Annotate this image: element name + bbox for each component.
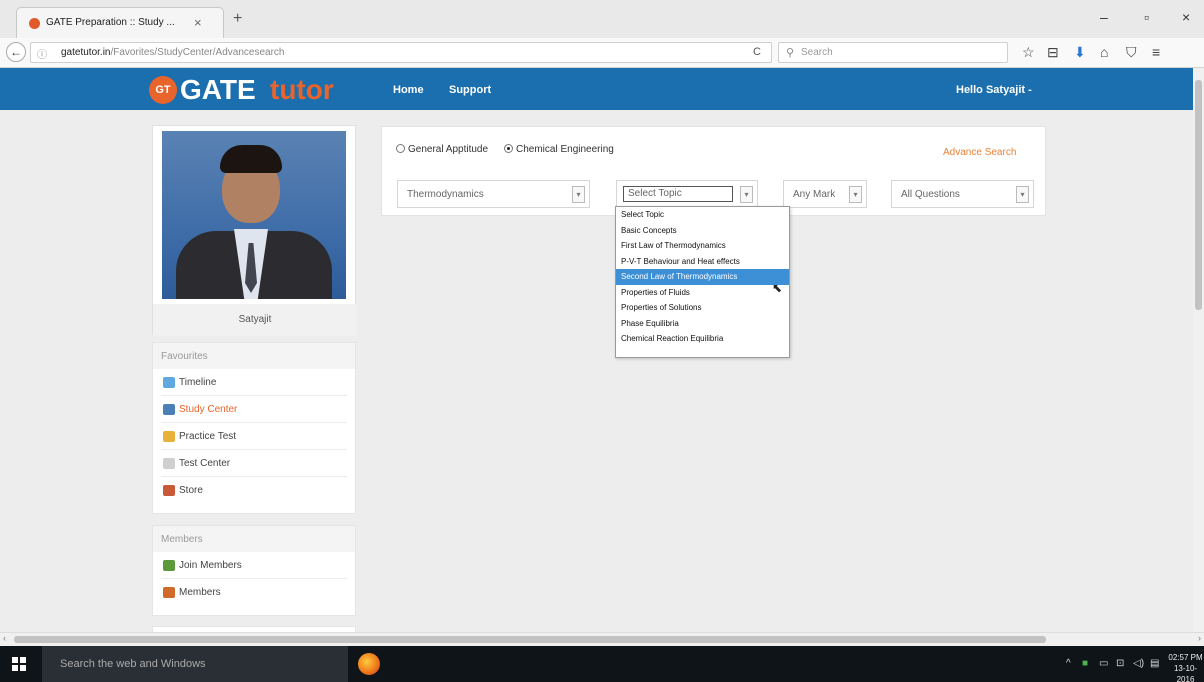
back-icon[interactable]: ←	[6, 42, 26, 62]
sidebar-item-members[interactable]: Members	[161, 579, 347, 606]
vertical-scrollbar[interactable]	[1193, 68, 1204, 632]
store-icon	[163, 485, 175, 496]
close-tab-icon[interactable]: ×	[194, 15, 202, 30]
url-text: gatetutor.in/Favorites/StudyCenter/Advan…	[61, 47, 285, 58]
advance-search-link[interactable]: Advance Search	[943, 147, 1016, 158]
chevron-down-icon: ▾	[740, 186, 753, 203]
favourites-heading: Favourites	[153, 343, 355, 369]
search-placeholder: Search	[801, 47, 833, 58]
scroll-right-icon[interactable]: ›	[1198, 633, 1201, 643]
dropdown-option[interactable]: Properties of Fluids	[616, 285, 789, 301]
tray-app-icon[interactable]: ■	[1082, 658, 1088, 669]
site-favicon-icon	[29, 18, 40, 29]
members-heading: Members	[153, 526, 355, 552]
browser-tab-bar: GATE Preparation :: Study ... × + – ▫ ×	[0, 0, 1204, 38]
firefox-icon[interactable]	[358, 653, 380, 675]
sidebar-item-test-center[interactable]: Test Center	[161, 450, 347, 477]
windows-taskbar: Search the web and Windows ^ ■ ▭ ⊡ ◁) ▤ …	[0, 646, 1204, 682]
tray-chevron-icon[interactable]: ^	[1066, 658, 1071, 669]
network-icon[interactable]: ⊡	[1116, 658, 1124, 669]
pocket-icon[interactable]: ⛉	[1126, 44, 1137, 61]
dropdown-option[interactable]: Properties of Solutions	[616, 300, 789, 316]
minimize-icon[interactable]: –	[1100, 9, 1108, 25]
battery-icon[interactable]: ▭	[1099, 658, 1108, 669]
windows-start-icon[interactable]	[12, 657, 26, 671]
members-panel: Members Join Members Members	[152, 525, 356, 616]
nav-support-link[interactable]: Support	[449, 84, 491, 96]
topic-dropdown-list[interactable]: Select Topic Basic Concepts First Law of…	[615, 206, 790, 358]
home-icon[interactable]: ⌂	[1100, 44, 1108, 60]
scroll-left-icon[interactable]: ‹	[3, 633, 6, 643]
chevron-down-icon: ▾	[572, 186, 585, 203]
dropdown-option[interactable]: First Law of Thermodynamics	[616, 238, 789, 254]
menu-icon[interactable]: ≡	[1152, 44, 1160, 60]
clock-date: 13-10-2016	[1173, 664, 1198, 682]
dropdown-option[interactable]: Select Topic	[616, 207, 789, 223]
chevron-down-icon: ▾	[1016, 186, 1029, 203]
dropdown-option[interactable]: Chemical Reaction Equilibria	[616, 331, 789, 347]
horizontal-scrollbar[interactable]: ‹ ›	[0, 632, 1204, 646]
browser-tab[interactable]: GATE Preparation :: Study ... ×	[16, 7, 224, 38]
sidebar-item-store[interactable]: Store	[161, 477, 347, 504]
tab-title: GATE Preparation :: Study ...	[46, 17, 175, 28]
study-center-icon	[163, 404, 175, 415]
site-header: GT GATE tutor Home Support Hello Satyaji…	[0, 68, 1193, 110]
topic-select[interactable]: Select Topic ▾	[616, 180, 758, 208]
clock-time: 02:57 PM	[1168, 653, 1203, 662]
browser-search-input[interactable]: ⚲ Search	[778, 42, 1008, 63]
dropdown-option-highlighted[interactable]: Second Law of Thermodynamics	[616, 269, 789, 285]
vertical-scroll-thumb[interactable]	[1195, 80, 1202, 310]
radio-label-general-aptitude[interactable]: General Apptitude	[408, 144, 488, 155]
timeline-icon	[163, 377, 175, 388]
profile-card: Satyajit	[152, 125, 357, 336]
radio-chemical-engineering[interactable]	[504, 144, 513, 153]
taskbar-search-box[interactable]: Search the web and Windows	[42, 646, 348, 682]
advance-search-panel: General Apptitude Chemical Engineering A…	[381, 126, 1046, 216]
taskbar-clock[interactable]: 02:57 PM 13-10-2016	[1167, 652, 1204, 682]
favourites-panel: Favourites Timeline Study Center Practic…	[152, 342, 356, 514]
horizontal-scroll-thumb[interactable]	[14, 636, 1046, 643]
dropdown-option[interactable]: Phase Equilibria	[616, 316, 789, 332]
radio-label-chemical-engineering[interactable]: Chemical Engineering	[516, 144, 614, 155]
members-icon	[163, 587, 175, 598]
download-icon[interactable]: ⬇	[1074, 44, 1086, 61]
sidebar-item-practice-test[interactable]: Practice Test	[161, 423, 347, 450]
test-center-icon	[163, 458, 175, 469]
join-members-icon	[163, 560, 175, 571]
radio-general-aptitude[interactable]	[396, 144, 405, 153]
mark-select[interactable]: Any Mark ▾	[783, 180, 867, 208]
volume-icon[interactable]: ◁)	[1133, 658, 1144, 669]
dropdown-option[interactable]: P-V-T Behaviour and Heat effects	[616, 254, 789, 270]
url-bar[interactable]: ⓘ gatetutor.in/Favorites/StudyCenter/Adv…	[30, 42, 772, 63]
logo-badge[interactable]: GT	[149, 76, 177, 104]
user-menu[interactable]: Hello Satyajit -	[956, 84, 1032, 96]
profile-photo	[162, 131, 346, 299]
questions-select[interactable]: All Questions ▾	[891, 180, 1034, 208]
logo-gate-text[interactable]: GATE	[180, 74, 256, 106]
mouse-cursor-icon: ⬉	[772, 281, 783, 295]
practice-test-icon	[163, 431, 175, 442]
logo-tutor-text[interactable]: tutor	[270, 74, 334, 106]
sidebar-item-study-center[interactable]: Study Center	[161, 396, 347, 423]
chevron-down-icon: ▾	[849, 186, 862, 203]
sidebar-item-timeline[interactable]: Timeline	[161, 369, 347, 396]
notification-icon[interactable]: ▤	[1150, 658, 1159, 669]
profile-name: Satyajit	[153, 304, 357, 336]
maximize-icon[interactable]: ▫	[1144, 9, 1149, 25]
sidebar-item-join-members[interactable]: Join Members	[161, 552, 347, 579]
subject-select[interactable]: Thermodynamics ▾	[397, 180, 590, 208]
bookmark-star-icon[interactable]: ☆	[1022, 44, 1035, 61]
reading-list-icon[interactable]: ⊟	[1047, 44, 1059, 61]
close-window-icon[interactable]: ×	[1182, 9, 1190, 25]
new-tab-button[interactable]: +	[233, 10, 242, 28]
search-icon: ⚲	[786, 47, 795, 59]
nav-home-link[interactable]: Home	[393, 84, 424, 96]
reload-icon[interactable]: C	[753, 46, 761, 58]
dropdown-option[interactable]: Basic Concepts	[616, 223, 789, 239]
info-icon[interactable]: ⓘ	[37, 46, 47, 61]
